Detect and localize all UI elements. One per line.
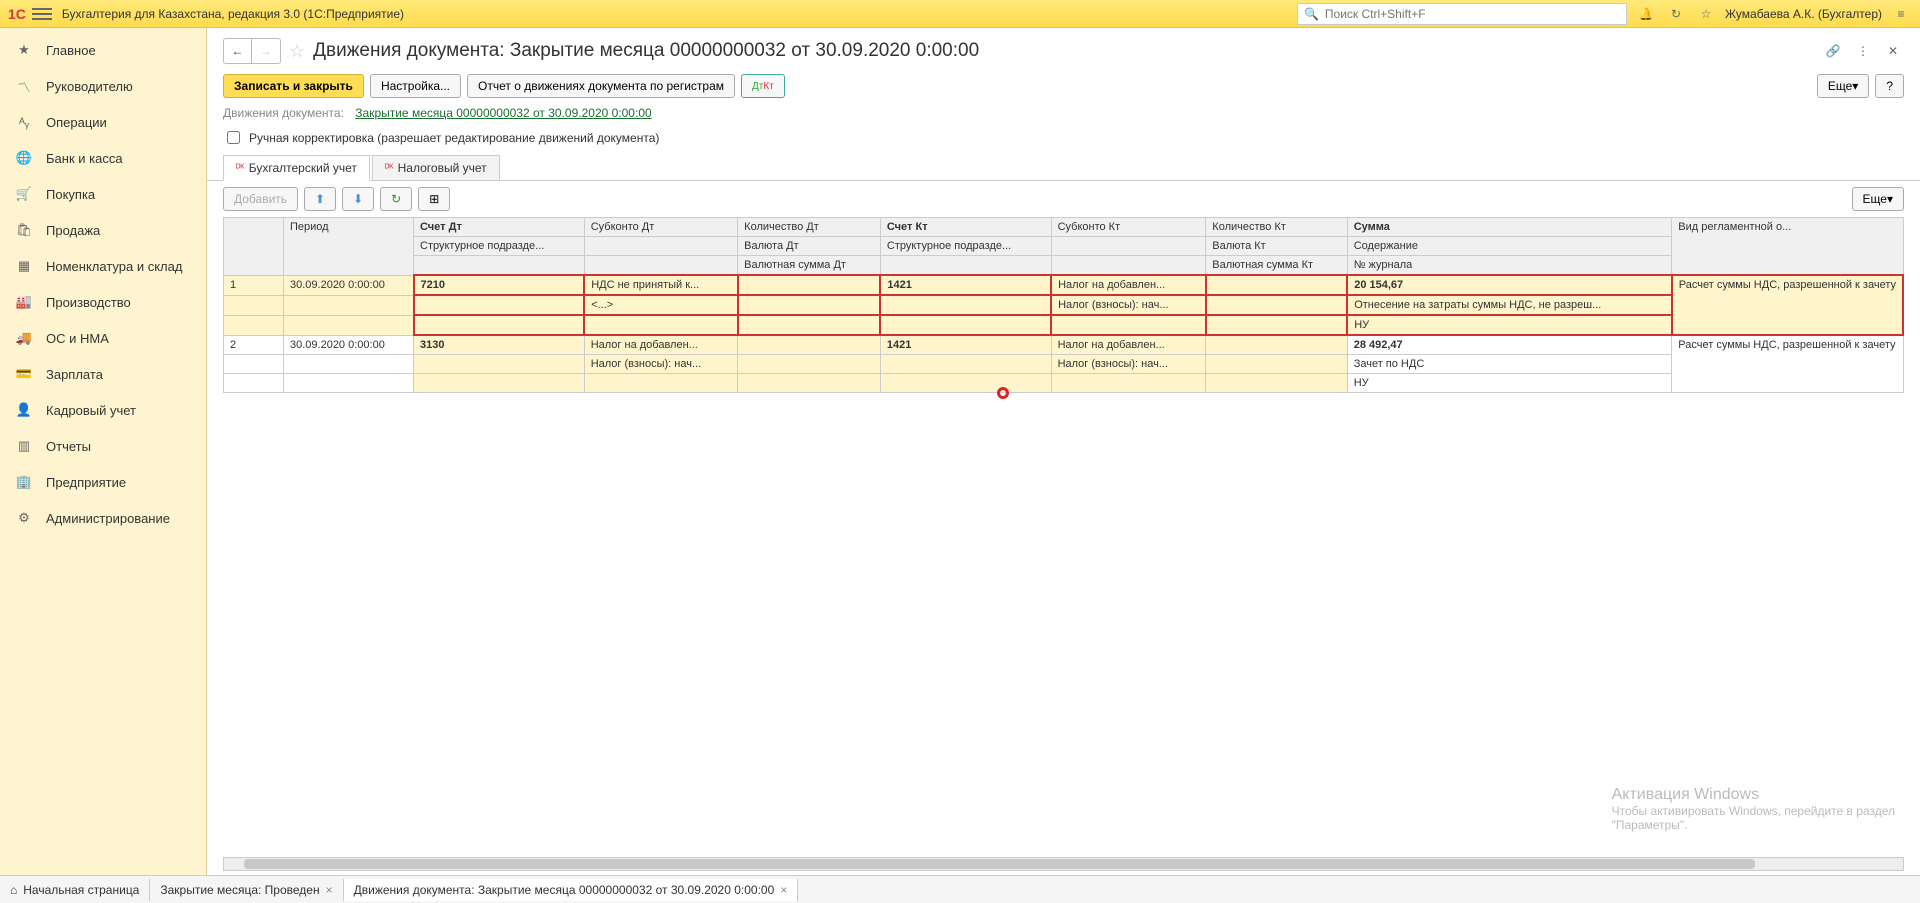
gear-icon: ⚙ — [14, 510, 34, 526]
checkbox-label: Ручная корректировка (разрешает редактир… — [249, 131, 659, 145]
sidebar-item-purchase[interactable]: 🛒Покупка — [0, 176, 206, 212]
hamburger-icon[interactable] — [32, 4, 52, 24]
nav-buttons: ← → — [223, 38, 281, 64]
sidebar-item-stock[interactable]: ▦Номенклатура и склад — [0, 248, 206, 284]
menu-icon[interactable]: ≡ — [1890, 3, 1912, 25]
kebab-icon[interactable]: ⋮ — [1852, 40, 1874, 62]
info-label: Движения документа: — [223, 106, 344, 120]
sidebar-item-operations[interactable]: ᴬᵧОперации — [0, 104, 206, 140]
move-down-button[interactable]: ⬇ — [342, 187, 374, 211]
horizontal-scrollbar[interactable] — [223, 857, 1904, 871]
sidebar-item-main[interactable]: ★Главное — [0, 32, 206, 68]
settings-button[interactable]: Настройка... — [370, 74, 461, 98]
title-bar: 1C Бухгалтерия для Казахстана, редакция … — [0, 0, 1920, 28]
sidebar-item-sale[interactable]: 🛍Продажа — [0, 212, 206, 248]
write-close-button[interactable]: Записать и закрыть — [223, 74, 364, 98]
close-icon[interactable]: × — [780, 883, 787, 897]
window-tabs: ⌂Начальная страница Закрытие месяца: Про… — [0, 875, 1920, 903]
table-row[interactable]: 1 30.09.2020 0:00:00 7210 НДС не приняты… — [224, 275, 1904, 295]
sidebar-item-admin[interactable]: ⚙Администрирование — [0, 500, 206, 536]
document-title: Движения документа: Закрытие месяца 0000… — [313, 40, 979, 62]
sidebar-item-reports[interactable]: ▥Отчеты — [0, 428, 206, 464]
close-icon[interactable]: × — [326, 883, 333, 897]
link-icon[interactable]: 🔗 — [1822, 40, 1844, 62]
grid-icon: ▦ — [14, 258, 34, 274]
person-icon: 👤 — [14, 402, 34, 418]
search-box[interactable]: 🔍 — [1297, 3, 1627, 25]
cart-icon: 🛒 — [14, 186, 34, 202]
forward-button[interactable]: → — [252, 39, 280, 63]
refresh-button[interactable]: ↻ — [380, 187, 412, 211]
move-up-button[interactable]: ⬆ — [304, 187, 336, 211]
document-link[interactable]: Закрытие месяца 00000000032 от 30.09.202… — [355, 106, 651, 120]
sidebar-item-hr[interactable]: 👤Кадровый учет — [0, 392, 206, 428]
app-title: Бухгалтерия для Казахстана, редакция 3.0… — [62, 7, 404, 21]
manual-correction-checkbox[interactable] — [227, 131, 240, 144]
sidebar: ★Главное 〽Руководителю ᴬᵧОперации 🌐Банк … — [0, 28, 207, 875]
tab-closing[interactable]: Закрытие месяца: Проведен× — [150, 879, 343, 901]
bell-icon[interactable]: 🔔 — [1635, 3, 1657, 25]
tab-home[interactable]: ⌂Начальная страница — [0, 879, 150, 901]
user-label[interactable]: Жумабаева А.К. (Бухгалтер) — [1725, 7, 1882, 21]
entries-table: Период Счет Дт Субконто Дт Количество Дт… — [223, 217, 1904, 393]
sidebar-item-manager[interactable]: 〽Руководителю — [0, 68, 206, 104]
table-row[interactable]: <...> Налог (взносы): нач... Отнесение н… — [224, 295, 1904, 315]
sidebar-item-salary[interactable]: 💳Зарплата — [0, 356, 206, 392]
history-icon[interactable]: ↻ — [1665, 3, 1687, 25]
tab-tax[interactable]: ᴰᴷНалоговый учет — [372, 155, 500, 180]
dtdkt-icon: ᴰᴷ — [385, 163, 394, 174]
search-input[interactable] — [1323, 6, 1620, 22]
sidebar-item-company[interactable]: 🏢Предприятие — [0, 464, 206, 500]
chart-icon: 〽 — [14, 77, 34, 96]
report-button[interactable]: Отчет о движениях документа по регистрам — [467, 74, 735, 98]
table-row[interactable]: 2 30.09.2020 0:00:00 3130 Налог на добав… — [224, 335, 1904, 355]
watermark: Активация Windows Чтобы активировать Win… — [1612, 786, 1895, 832]
dtdkt-button[interactable]: ДтКт — [741, 74, 785, 98]
star-icon: ★ — [14, 42, 34, 58]
home-icon: ⌂ — [10, 883, 17, 897]
table-row[interactable]: НУ — [224, 315, 1904, 335]
marker-dot-icon — [997, 387, 1009, 399]
document-area: ← → ☆ Движения документа: Закрытие месяц… — [207, 28, 1920, 875]
expand-button[interactable]: ⊞ — [418, 187, 450, 211]
more-button[interactable]: Еще ▾ — [1817, 74, 1869, 98]
close-icon[interactable]: ✕ — [1882, 40, 1904, 62]
building-icon: 🏢 — [14, 474, 34, 490]
ops-icon: ᴬᵧ — [14, 115, 34, 130]
dtdkt-icon: ᴰᴷ — [236, 163, 245, 174]
favorite-icon[interactable]: ☆ — [289, 41, 305, 62]
bars-icon: ▥ — [14, 438, 34, 454]
sidebar-item-production[interactable]: 🏭Производство — [0, 284, 206, 320]
star-icon[interactable]: ☆ — [1695, 3, 1717, 25]
table-row[interactable]: Налог (взносы): нач... Налог (взносы): н… — [224, 355, 1904, 374]
sidebar-item-bank[interactable]: 🌐Банк и касса — [0, 140, 206, 176]
card-icon: 💳 — [14, 366, 34, 382]
app-logo: 1C — [8, 6, 26, 22]
tab-movements[interactable]: Движения документа: Закрытие месяца 0000… — [344, 879, 799, 901]
truck-icon: 🚚 — [14, 330, 34, 346]
grid-more-button[interactable]: Еще ▾ — [1852, 187, 1904, 211]
back-button[interactable]: ← — [224, 39, 252, 63]
tab-accounting[interactable]: ᴰᴷБухгалтерский учет — [223, 155, 370, 181]
bag-icon: 🛍 — [14, 222, 34, 238]
globe-icon: 🌐 — [14, 150, 34, 166]
factory-icon: 🏭 — [14, 294, 34, 310]
add-button[interactable]: Добавить — [223, 187, 298, 211]
help-button[interactable]: ? — [1875, 74, 1904, 98]
search-icon: 🔍 — [1304, 7, 1319, 21]
sidebar-item-assets[interactable]: 🚚ОС и НМА — [0, 320, 206, 356]
table-row[interactable]: НУ — [224, 374, 1904, 393]
